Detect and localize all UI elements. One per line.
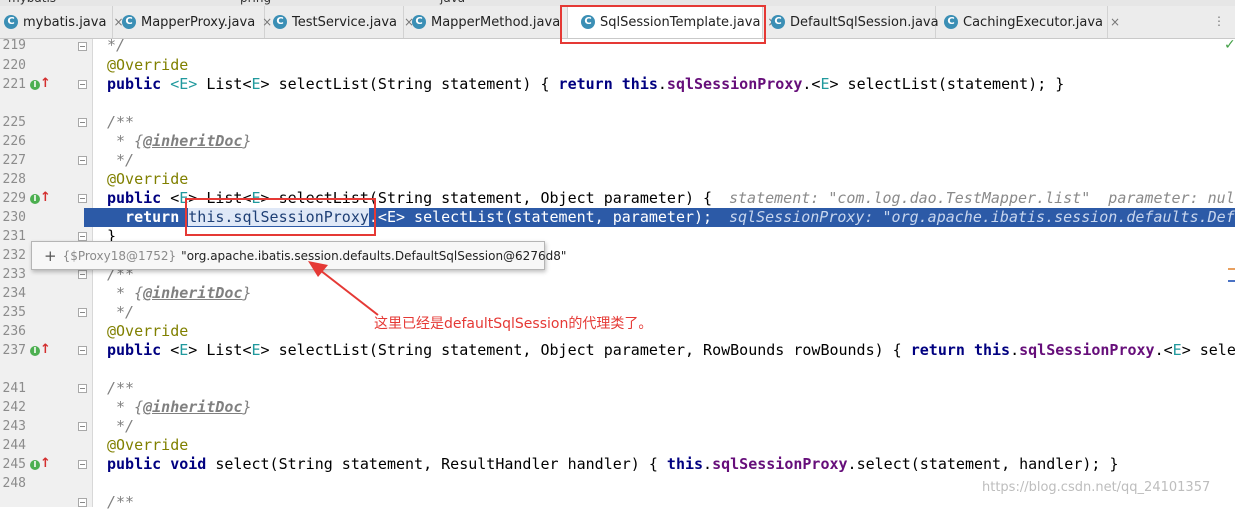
- tooltip-object-name: {$Proxy18@1752}: [62, 248, 177, 263]
- line-number: 231: [2, 229, 26, 244]
- code-line[interactable]: * {@inheritDoc}: [107, 398, 251, 417]
- implements-marker-icon[interactable]: I ↑: [30, 190, 51, 207]
- line-number: 227: [2, 153, 26, 168]
- fold-toggle-icon[interactable]: [78, 422, 87, 431]
- tab-mapperproxy[interactable]: C MapperProxy.java ×: [113, 6, 272, 38]
- implements-marker-icon[interactable]: I ↑: [30, 76, 51, 93]
- error-stripe-mark[interactable]: [1228, 268, 1235, 270]
- line-number: 225: [2, 115, 26, 130]
- annotation-text: 这里已经是defaultSqlSession的代理类了。: [374, 316, 653, 332]
- line-number: 243: [2, 419, 26, 434]
- class-icon: C: [273, 15, 287, 29]
- code-line[interactable]: /**: [107, 379, 134, 398]
- fold-toggle-icon[interactable]: [78, 308, 87, 317]
- title-fragment: java: [440, 0, 465, 5]
- code-line[interactable]: public <E> List<E> selectList(String sta…: [107, 341, 1235, 360]
- fold-toggle-icon[interactable]: [78, 460, 87, 469]
- line-number: 234: [2, 286, 26, 301]
- code-line[interactable]: * {@inheritDoc}: [107, 284, 251, 303]
- line-number: 220: [2, 58, 26, 73]
- line-number: 248: [2, 476, 26, 491]
- implements-marker-icon[interactable]: I ↑: [30, 456, 51, 473]
- line-number: 237: [2, 343, 26, 358]
- fold-toggle-icon[interactable]: [78, 498, 87, 507]
- tab-label: DefaultSqlSession.java: [790, 14, 939, 30]
- line-number: 230: [2, 210, 26, 225]
- fold-toggle-icon[interactable]: [78, 118, 87, 127]
- line-number: 244: [2, 438, 26, 453]
- class-icon: C: [771, 15, 785, 29]
- line-number: 229: [2, 191, 26, 206]
- check-icon: ✓: [1224, 37, 1235, 53]
- debug-value-tooltip[interactable]: + {$Proxy18@1752} "org.apache.ibatis.ses…: [31, 241, 566, 270]
- tab-testservice[interactable]: C TestService.java ×: [265, 6, 414, 38]
- tab-defaultsqlsession[interactable]: C DefaultSqlSession.java ×: [763, 6, 956, 38]
- tab-mybatis[interactable]: C mybatis.java ×: [0, 6, 124, 38]
- class-icon: C: [4, 15, 18, 29]
- line-number: 242: [2, 400, 26, 415]
- code-line[interactable]: */: [107, 36, 125, 55]
- class-icon: C: [412, 15, 426, 29]
- line-number: 235: [2, 305, 26, 320]
- line-number: 228: [2, 172, 26, 187]
- tab-mappermethod[interactable]: C MapperMethod.java ×: [404, 6, 577, 38]
- inline-debug-value: statement: "com.log.dao.TestMapper.list"…: [729, 189, 1235, 207]
- code-line[interactable]: @Override: [107, 436, 188, 455]
- code-line[interactable]: /**: [107, 493, 134, 512]
- code-line[interactable]: /**: [107, 113, 134, 132]
- fold-toggle-icon[interactable]: [78, 346, 87, 355]
- line-number: 233: [2, 267, 26, 282]
- tab-label: mybatis.java: [23, 14, 107, 30]
- code-line[interactable]: public <E> List<E> selectList(String sta…: [107, 75, 1064, 94]
- close-icon[interactable]: ×: [1110, 15, 1120, 29]
- expand-icon[interactable]: +: [44, 247, 57, 265]
- line-number: 241: [2, 381, 26, 396]
- code-line[interactable]: @Override: [107, 170, 188, 189]
- tab-label: TestService.java: [292, 14, 398, 30]
- watermark: https://blog.csdn.net/qq_24101357: [982, 480, 1211, 495]
- code-line[interactable]: @Override: [107, 322, 188, 341]
- error-stripe-mark[interactable]: [1228, 280, 1235, 282]
- code-line[interactable]: */: [107, 303, 134, 322]
- tab-highlight-box: [560, 5, 766, 44]
- line-number: 232: [2, 248, 26, 263]
- line-number: 236: [2, 324, 26, 339]
- line-number: 219: [2, 38, 26, 53]
- fold-toggle-icon[interactable]: [78, 156, 87, 165]
- implements-marker-icon[interactable]: I ↑: [30, 342, 51, 359]
- title-fragment: mybatis: [8, 0, 56, 5]
- gutter-divider: [92, 39, 93, 507]
- expression-highlight-box: [185, 198, 376, 236]
- line-number: 221: [2, 77, 26, 92]
- code-line[interactable]: public void select(String statement, Res…: [107, 455, 1118, 474]
- tab-label: CachingExecutor.java: [963, 14, 1103, 30]
- tab-cachingexecutor[interactable]: C CachingExecutor.java ×: [936, 6, 1120, 38]
- class-icon: C: [944, 15, 958, 29]
- fold-toggle-icon[interactable]: [78, 194, 87, 203]
- code-line[interactable]: */: [107, 417, 134, 436]
- title-fragment: pring: [240, 0, 271, 5]
- code-line[interactable]: @Override: [107, 56, 188, 75]
- fold-toggle-icon[interactable]: [78, 42, 87, 51]
- tab-label: MapperProxy.java: [141, 14, 256, 30]
- line-number: 245: [2, 457, 26, 472]
- fold-toggle-icon[interactable]: [78, 384, 87, 393]
- fold-toggle-icon[interactable]: [78, 270, 87, 279]
- fold-toggle-icon[interactable]: [78, 232, 87, 241]
- tab-overflow-icon[interactable]: ⋮: [1213, 14, 1225, 28]
- inline-debug-value: sqlSessionProxy: "org.apache.ibatis.sess…: [729, 208, 1235, 226]
- fold-toggle-icon[interactable]: [78, 80, 87, 89]
- code-line[interactable]: */: [107, 151, 134, 170]
- class-icon: C: [122, 15, 136, 29]
- line-number: 226: [2, 134, 26, 149]
- tab-label: MapperMethod.java: [431, 14, 561, 30]
- code-line[interactable]: * {@inheritDoc}: [107, 132, 251, 151]
